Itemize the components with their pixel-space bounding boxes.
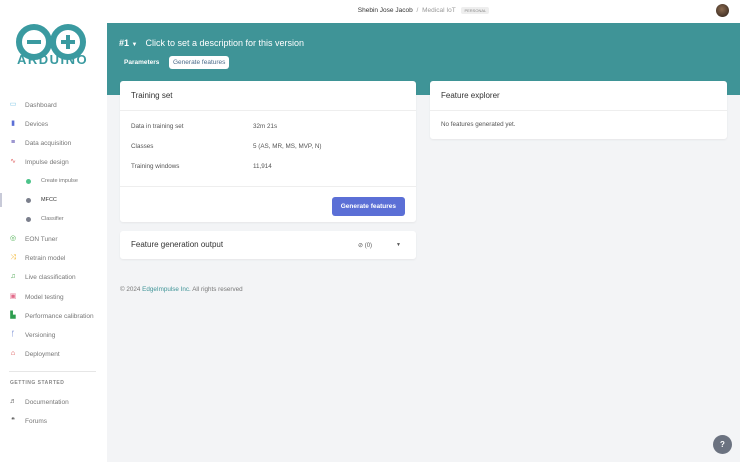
- feature-explorer-card: Feature explorer No features generated y…: [430, 81, 727, 139]
- caret-down-icon: ▼: [131, 42, 138, 48]
- sidebar-item-devices[interactable]: ▮ Devices: [9, 118, 48, 130]
- sidebar-item-label: Performance calibration: [25, 312, 94, 320]
- tab-generate-features[interactable]: Generate features: [169, 56, 230, 69]
- breadcrumb-user[interactable]: Shebin Jose Jacob: [358, 7, 413, 14]
- divider: [9, 371, 96, 372]
- branch-icon: ᚴ: [10, 331, 16, 338]
- sidebar-item-deployment[interactable]: ⌂ Deployment: [9, 348, 60, 360]
- sidebar-item-label: Classifier: [41, 216, 64, 222]
- tab-parameters[interactable]: Parameters: [120, 56, 163, 69]
- forum-icon: ❝: [11, 417, 15, 424]
- row-value: 5 (AS, MR, MS, MVP, N): [253, 143, 322, 150]
- status-dot-icon: [26, 216, 31, 222]
- card-title: Feature generation output: [131, 240, 224, 249]
- help-button[interactable]: ?: [713, 435, 732, 454]
- sidebar-item-eon-tuner[interactable]: ◎ EON Tuner: [9, 233, 58, 245]
- sidebar-item-label: Model testing: [25, 293, 64, 301]
- docs-icon: ♬: [9, 398, 17, 405]
- generate-features-button[interactable]: Generate features: [331, 197, 405, 216]
- breadcrumb-project[interactable]: Medical IoT: [422, 7, 455, 14]
- sidebar-item-label: Create impulse: [41, 178, 78, 184]
- filter-off-icon[interactable]: ⊘: [358, 243, 363, 249]
- sidebar-item-label: Live classification: [25, 273, 76, 281]
- section-heading: GETTING STARTED: [10, 380, 65, 386]
- row-label: Data in training set: [131, 123, 184, 130]
- card-title: Training set: [120, 81, 416, 111]
- output-count: (0): [364, 243, 373, 249]
- sidebar-item-label: EON Tuner: [25, 235, 58, 243]
- sidebar-item-model-testing[interactable]: ▣ Model testing: [9, 291, 64, 303]
- sidebar-item-documentation[interactable]: ♬ Documentation: [9, 396, 69, 408]
- chip-icon: ▮: [11, 120, 15, 127]
- sidebar-item-label: Devices: [25, 120, 49, 128]
- sidebar-item-label: Documentation: [25, 398, 69, 406]
- rights-text: All rights reserved: [192, 286, 243, 293]
- row-value: 11,914: [253, 163, 272, 170]
- logo-text: ARDUINO: [17, 52, 89, 67]
- sidebar-item-label: Data acquisition: [25, 139, 72, 147]
- breadcrumb: Shebin Jose Jacob / Medical IoT PERSONAL: [107, 6, 740, 14]
- chart-icon: ▙: [10, 312, 16, 319]
- sidebar-subitem-classifier[interactable]: Classifier: [26, 213, 64, 225]
- version-selector[interactable]: #1 ▼: [119, 38, 137, 48]
- plan-badge: PERSONAL: [461, 6, 490, 14]
- status-dot-icon: [26, 178, 31, 184]
- expand-caret-icon[interactable]: ▼: [396, 242, 401, 248]
- package-icon: ⌂: [10, 350, 16, 357]
- sidebar-subitem-mfcc[interactable]: MFCC: [26, 194, 57, 206]
- sidebar-item-label: Impulse design: [25, 158, 69, 166]
- sidebar-item-live-classification[interactable]: ♫ Live classification: [9, 271, 76, 283]
- active-indicator: [0, 193, 2, 207]
- tuner-icon: ◎: [9, 235, 17, 242]
- sidebar-item-label: Forums: [25, 417, 48, 425]
- sidebar-item-forums[interactable]: ❝ Forums: [9, 415, 47, 427]
- card-title: Feature explorer: [430, 81, 727, 111]
- sidebar-item-retrain-model[interactable]: ⤨ Retrain model: [9, 252, 65, 264]
- monitor-icon: ▭: [9, 101, 17, 108]
- footer: © 2024 EdgeImpulse Inc. All rights reser…: [120, 286, 243, 293]
- sidebar-item-label: Retrain model: [25, 254, 66, 262]
- sidebar-item-label: Versioning: [25, 331, 56, 339]
- copyright: © 2024: [120, 286, 141, 293]
- divider: [120, 186, 416, 187]
- sidebar-item-performance-calibration[interactable]: ▙ Performance calibration: [9, 310, 94, 322]
- sidebar-item-impulse-design[interactable]: ∿ Impulse design: [9, 156, 69, 168]
- shuffle-icon: ⤨: [10, 254, 16, 261]
- sidebar-item-label: Deployment: [25, 350, 60, 358]
- sidebar-item-dashboard[interactable]: ▭ Dashboard: [9, 99, 57, 111]
- clipboard-icon: ▣: [9, 293, 17, 300]
- status-dot-icon: [26, 197, 31, 203]
- pulse-icon: ∿: [10, 158, 16, 165]
- feature-output-card[interactable]: Feature generation output ⊘ (0) ▼: [120, 231, 416, 259]
- company-link[interactable]: EdgeImpulse Inc.: [142, 286, 191, 293]
- database-icon: ≡: [10, 139, 16, 146]
- sidebar-subitem-create-impulse[interactable]: Create impulse: [26, 175, 78, 187]
- sidebar: ARDUINO ▭ Dashboard ▮ Devices ≡ Data acquisit…: [0, 0, 107, 462]
- sidebar-item-label: MFCC: [41, 197, 57, 203]
- training-set-card: Training set Data in training set 32m 21…: [120, 81, 416, 222]
- breadcrumb-separator: /: [416, 7, 419, 14]
- empty-message: No features generated yet.: [441, 121, 516, 128]
- version-description[interactable]: Click to set a description for this vers…: [145, 38, 304, 48]
- row-value: 32m 21s: [253, 123, 278, 130]
- sidebar-item-versioning[interactable]: ᚴ Versioning: [9, 329, 55, 341]
- avatar[interactable]: [716, 4, 729, 17]
- live-icon: ♫: [10, 273, 16, 280]
- sidebar-item-label: Dashboard: [25, 101, 57, 109]
- topbar: Shebin Jose Jacob / Medical IoT PERSONAL: [107, 0, 740, 23]
- row-label: Classes: [131, 143, 154, 150]
- sidebar-item-data-acquisition[interactable]: ≡ Data acquisition: [9, 137, 71, 149]
- row-label: Training windows: [131, 163, 180, 170]
